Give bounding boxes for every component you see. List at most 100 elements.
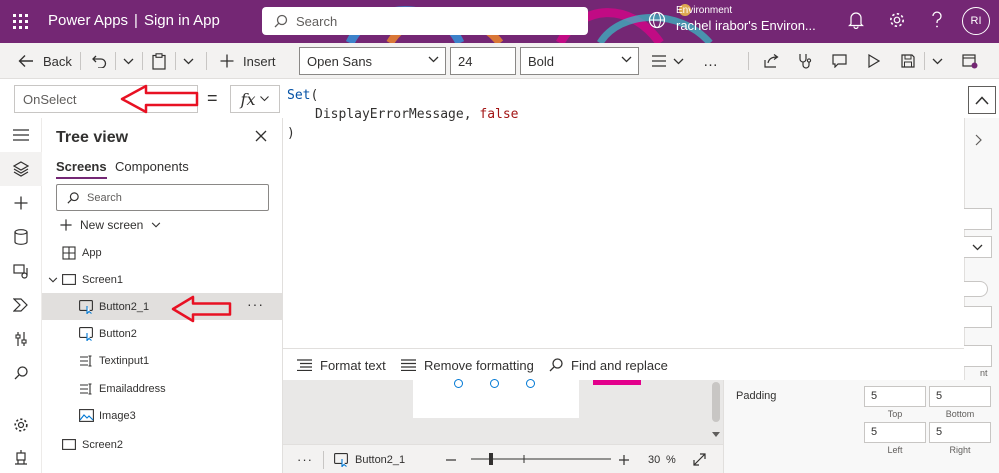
font-family-select[interactable]: Open Sans [299,47,446,75]
function-button[interactable]: fx [230,85,280,113]
selected-control-breadcrumb[interactable]: Button2_1 [334,445,405,473]
tab-screens[interactable]: Screens [56,159,107,179]
remove-formatting-button[interactable]: Remove formatting [401,349,534,381]
product-name[interactable]: Power Apps [48,12,128,29]
clipboard-icon [152,52,166,70]
publish-button[interactable] [962,43,978,79]
tree-search-input[interactable]: Search [56,184,269,211]
padding-top-input[interactable]: 5 [864,386,926,407]
publish-icon [962,53,978,68]
tree-item-screen1[interactable]: Screen1 [42,266,282,293]
tree-view-layers-icon[interactable] [11,159,31,179]
chevron-down-icon[interactable] [48,276,58,283]
tree-item-image3[interactable]: Image3 [42,402,282,429]
tree-item-screen2[interactable]: Screen2 [42,431,282,458]
tree-item-label: Textinput1 [99,354,150,367]
paste-dropdown-button[interactable] [183,43,194,79]
search-placeholder: Search [296,13,338,29]
preview-play-button[interactable] [868,43,880,79]
padding-left-input[interactable]: 5 [864,422,926,443]
tree-item-button2-1[interactable]: Button2_1 ··· [42,293,282,320]
undo-dropdown-button[interactable] [123,43,134,79]
padding-left-caption: Left [887,445,903,455]
insert-plus-icon[interactable] [11,193,31,213]
formula-editor[interactable]: Set( DisplayErrorMessage, false ) [283,86,963,348]
chevron-down-icon [260,96,270,102]
code-keyword: Set [287,88,311,103]
selected-button-preview[interactable] [593,380,641,385]
tree-item-more-button[interactable]: ··· [247,296,264,312]
virtual-agent-icon[interactable] [11,447,31,467]
resize-handle[interactable] [490,379,499,388]
button-icon [334,452,348,467]
zoom-in-button[interactable] [619,445,629,473]
tree-item-textinput1[interactable]: Textinput1 [42,347,282,374]
property-input[interactable] [964,345,992,367]
zoom-out-button[interactable] [446,445,456,473]
advanced-tools-icon[interactable] [11,329,31,349]
environment-picker[interactable]: rachel irabor's Environ... [676,18,816,33]
collapse-formula-button[interactable] [968,86,996,114]
environment-label: Environment [676,5,733,16]
media-icon[interactable] [11,261,31,281]
share-button[interactable] [764,43,779,79]
new-screen-button[interactable]: New screen [60,215,161,235]
status-more-button[interactable]: ··· [297,445,313,473]
close-icon[interactable] [255,130,267,142]
back-button[interactable]: Back [18,43,72,79]
padding-bottom-input[interactable]: 5 [929,386,991,407]
power-automate-icon[interactable] [11,295,31,315]
zoom-slider[interactable] [471,452,611,466]
app-title: Power Apps | Sign in App [48,12,220,29]
divider [80,52,81,70]
find-replace-button[interactable]: Find and replace [549,349,668,381]
global-search-input[interactable]: Search [262,7,588,35]
format-text-button[interactable]: Format text [297,349,386,381]
save-button[interactable] [901,43,915,79]
tree-item-app[interactable]: App [42,239,282,266]
divider [115,52,116,70]
tab-components[interactable]: Components [115,159,189,174]
data-cylinder-icon[interactable] [11,227,31,247]
property-input[interactable] [964,306,992,328]
tree-item-button2[interactable]: Button2 [42,320,282,347]
canvas-scrollbar[interactable] [709,380,723,444]
save-dropdown-button[interactable] [932,43,943,79]
app-checker-button[interactable] [798,43,812,79]
app-launcher-button[interactable] [0,0,40,43]
scrollbar-thumb[interactable] [712,382,720,422]
remove-formatting-label: Remove formatting [424,357,534,373]
search-icon[interactable] [11,363,31,383]
minus-icon [446,458,456,461]
settings-gear-icon[interactable] [888,11,906,29]
screen-artboard[interactable] [413,379,641,418]
chevron-right-icon[interactable] [975,134,982,146]
resize-handle[interactable] [526,379,535,388]
fit-to-window-button[interactable] [693,445,706,473]
comments-button[interactable] [832,43,847,79]
property-toggle[interactable] [964,281,988,297]
padding-top-caption: Top [887,409,903,419]
font-weight-select[interactable]: Bold [520,47,639,75]
design-canvas[interactable] [283,379,723,444]
undo-button[interactable] [92,43,107,79]
font-size-input[interactable]: 24 [450,47,516,75]
insert-button[interactable]: Insert [220,43,276,79]
settings-gear-icon[interactable] [11,415,31,435]
user-avatar[interactable]: RI [962,7,990,35]
notifications-bell-icon[interactable] [848,11,864,29]
resize-handle[interactable] [454,379,463,388]
divider [175,52,176,70]
scroll-down-icon[interactable] [712,432,720,438]
property-input[interactable] [964,208,992,230]
more-commands-button[interactable]: … [703,43,718,79]
property-dropdown[interactable] [964,236,992,258]
menu-hamburger-icon[interactable] [11,125,31,145]
tree-item-emailaddress[interactable]: Emailaddress [42,375,282,402]
padding-right-input[interactable]: 5 [929,422,991,443]
divider [323,451,324,469]
help-question-icon[interactable] [930,11,944,29]
tree-item-label: Screen2 [82,438,123,451]
text-align-button[interactable] [652,43,684,79]
paste-button[interactable] [152,43,166,79]
